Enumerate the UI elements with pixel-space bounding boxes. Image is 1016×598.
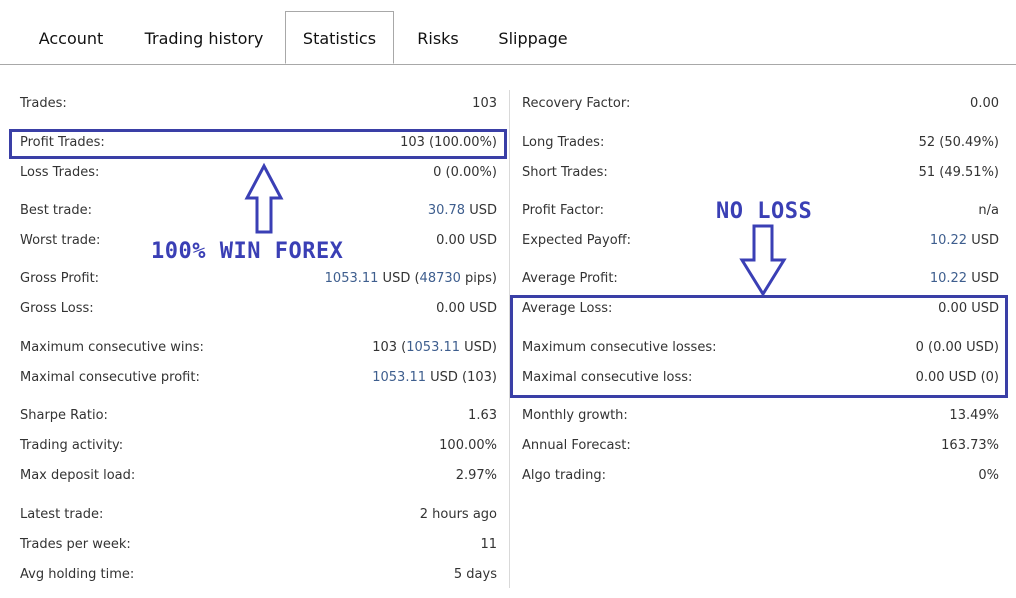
stat-value: 11 [480, 537, 497, 552]
stat-label: Maximum consecutive wins: [20, 340, 204, 355]
stat-long-trades: Long Trades: 52 (50.49%) [522, 133, 999, 153]
stat-label: Gross Profit: [20, 271, 100, 286]
tab-risks[interactable]: Risks [404, 12, 472, 63]
stat-max-deposit-load: Max deposit load: 2.97% [20, 466, 497, 486]
unit-text: pips) [460, 271, 497, 286]
stat-value: 0 (0.00%) [433, 165, 497, 180]
tab-statistics[interactable]: Statistics [285, 11, 394, 64]
stat-label: Long Trades: [522, 135, 605, 150]
tab-trading-history[interactable]: Trading history [130, 12, 278, 63]
stat-value: 163.73% [941, 438, 999, 453]
stat-value: 100.00% [439, 438, 497, 453]
unit-text: 103 ( [372, 340, 407, 355]
stat-sharpe: Sharpe Ratio: 1.63 [20, 406, 497, 426]
tab-account[interactable]: Account [22, 12, 120, 63]
stat-label: Avg holding time: [20, 567, 135, 582]
stat-value: 10.22 USD [930, 231, 999, 251]
unit-text: USD) [460, 340, 497, 355]
stat-label: Monthly growth: [522, 408, 628, 423]
stat-value: 1053.11 USD (48730 pips) [325, 269, 497, 289]
annotation-no-loss-text: NO LOSS [716, 199, 813, 224]
stat-value: 0.00 USD [436, 233, 497, 248]
stat-trades: Trades: 103 [20, 94, 497, 114]
stat-label: Worst trade: [20, 233, 101, 248]
stat-label: Trades: [20, 96, 67, 111]
unit-text: USD ( [378, 271, 420, 286]
stat-gross-profit: Gross Profit: 1053.11 USD (48730 pips) [20, 269, 497, 289]
stat-label: Best trade: [20, 203, 92, 218]
stat-algo-trading: Algo trading: 0% [522, 466, 999, 486]
stat-avg-holding-time: Avg holding time: 5 days [20, 565, 497, 585]
stat-label: Trading activity: [20, 438, 124, 453]
stat-value: 2 hours ago [419, 507, 497, 522]
unit-text: USD [465, 203, 497, 218]
stat-value: 1053.11 USD (103) [372, 368, 497, 388]
unit-text: USD [967, 233, 999, 248]
unit-text: USD [967, 271, 999, 286]
stat-value: 10.22 USD [930, 269, 999, 289]
stat-value: 103 [472, 96, 497, 111]
stat-max-consec-profit: Maximal consecutive profit: 1053.11 USD … [20, 368, 497, 388]
profit-link[interactable]: 1053.11 [406, 340, 460, 355]
stat-label: Recovery Factor: [522, 96, 631, 111]
stat-label: Annual Forecast: [522, 438, 631, 453]
stat-trades-per-week: Trades per week: 11 [20, 535, 497, 555]
pips-link[interactable]: 48730 [420, 271, 461, 286]
stat-short-trades: Short Trades: 51 (49.51%) [522, 163, 999, 183]
stat-gross-loss: Gross Loss: 0.00 USD [20, 299, 497, 319]
stat-label: Trades per week: [20, 537, 131, 552]
stat-value: 51 (49.51%) [918, 165, 999, 180]
stat-label: Loss Trades: [20, 165, 100, 180]
stat-recovery-factor: Recovery Factor: 0.00 [522, 94, 999, 114]
stat-label: Average Profit: [522, 271, 618, 286]
stat-label: Gross Loss: [20, 301, 94, 316]
profit-link[interactable]: 10.22 [930, 271, 967, 286]
stat-value: 30.78 USD [428, 201, 497, 221]
stat-value: 52 (50.49%) [918, 135, 999, 150]
unit-text: USD (103) [426, 370, 497, 385]
stat-value: 5 days [453, 567, 497, 582]
stat-max-consec-wins: Maximum consecutive wins: 103 (1053.11 U… [20, 338, 497, 358]
stat-label: Sharpe Ratio: [20, 408, 108, 423]
annotation-win-text: 100% WIN FOREX [151, 239, 344, 264]
stat-trading-activity: Trading activity: 100.00% [20, 436, 497, 456]
highlight-box-losses [510, 295, 1008, 398]
stat-value: 103 (1053.11 USD) [372, 338, 497, 358]
stat-latest-trade: Latest trade: 2 hours ago [20, 505, 497, 525]
stat-value: 2.97% [455, 468, 497, 483]
stat-value: 0% [978, 468, 999, 483]
tab-slippage[interactable]: Slippage [484, 12, 582, 63]
stat-label: Profit Factor: [522, 203, 604, 218]
highlight-box-profit-trades [9, 129, 507, 159]
up-arrow-icon [244, 162, 284, 234]
stat-value: 13.49% [949, 408, 999, 423]
trade-link[interactable]: 30.78 [428, 203, 465, 218]
stat-annual-forecast: Annual Forecast: 163.73% [522, 436, 999, 456]
stat-value: 0.00 [970, 96, 999, 111]
profit-link[interactable]: 1053.11 [325, 271, 379, 286]
tab-bar: Account Trading history Statistics Risks… [0, 0, 1016, 65]
stat-label: Short Trades: [522, 165, 608, 180]
stat-label: Max deposit load: [20, 468, 136, 483]
stat-monthly-growth: Monthly growth: 13.49% [522, 406, 999, 426]
stat-label: Expected Payoff: [522, 233, 631, 248]
stat-label: Maximal consecutive profit: [20, 370, 200, 385]
stat-value: n/a [978, 203, 999, 218]
down-arrow-icon [739, 224, 787, 297]
profit-link[interactable]: 1053.11 [372, 370, 426, 385]
stat-value: 1.63 [468, 408, 497, 423]
stat-label: Latest trade: [20, 507, 104, 522]
stat-label: Algo trading: [522, 468, 606, 483]
stat-value: 0.00 USD [436, 301, 497, 316]
payoff-link[interactable]: 10.22 [930, 233, 967, 248]
